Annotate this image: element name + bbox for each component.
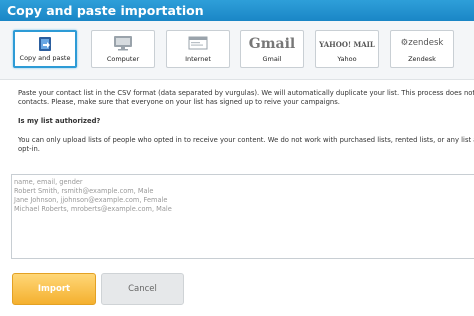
zendesk-logo: ⚙zendesk xyxy=(400,38,444,48)
source-label: Copy and paste xyxy=(19,54,71,62)
source-label: Computer xyxy=(106,55,140,63)
yahoo-logo: YAHOO! MAIL xyxy=(319,40,375,49)
source-label: Yahoo xyxy=(337,55,357,63)
instructions-text: Paste your contact list in the CSV forma… xyxy=(18,89,474,97)
authorization-text: opt-in. xyxy=(18,145,40,153)
placeholder-line: name, email, gender xyxy=(14,178,83,186)
source-label: Internet xyxy=(185,55,211,63)
source-tile-zendesk[interactable]: ⚙zendesk Zendesk xyxy=(390,30,454,68)
clipboard-arrow-icon xyxy=(15,36,75,56)
source-label: Gmail xyxy=(262,55,282,63)
authorization-heading: Is my list authorized? xyxy=(18,117,101,125)
source-tile-gmail[interactable]: Gmail Gmail xyxy=(240,30,304,68)
placeholder-line: Jane Johnson, jjohnson@example.com, Fema… xyxy=(14,196,168,204)
source-tile-copy-paste[interactable]: Copy and paste xyxy=(13,30,77,68)
source-tile-computer[interactable]: Computer xyxy=(91,30,155,68)
source-tile-yahoo[interactable]: YAHOO! MAIL Yahoo xyxy=(315,30,379,68)
window-title: Copy and paste importation xyxy=(0,0,474,21)
placeholder-line: Robert Smith, rsmith@example.com, Male xyxy=(14,187,154,195)
placeholder-line: Michael Roberts, mroberts@example.com, M… xyxy=(14,205,172,213)
gmail-logo: Gmail xyxy=(248,36,296,52)
paste-textarea[interactable]: name, email, gender Robert Smith, rsmith… xyxy=(11,174,474,259)
source-label: Zendesk xyxy=(408,55,436,63)
cancel-button[interactable]: Cancel xyxy=(101,273,184,305)
instructions-text: contacts. Please, make sure that everyon… xyxy=(18,98,340,106)
source-tile-internet[interactable]: Internet xyxy=(166,30,230,68)
authorization-text: You can only upload lists of people who … xyxy=(18,136,474,144)
import-button[interactable]: Import xyxy=(12,273,96,305)
monitor-icon xyxy=(92,35,154,55)
browser-window-icon xyxy=(167,35,229,54)
